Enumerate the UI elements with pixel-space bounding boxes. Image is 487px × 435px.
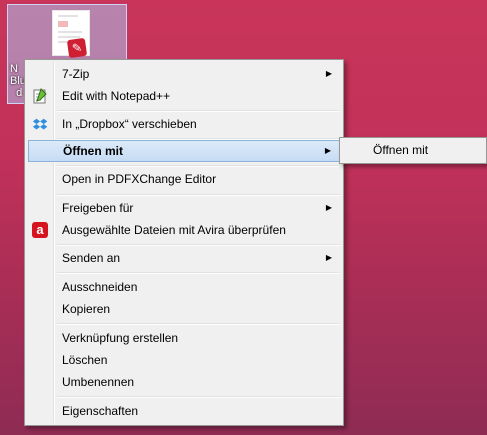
open-with-submenu: Öffnen mit: [339, 137, 487, 164]
menu-item-label: Kopieren: [62, 302, 111, 316]
menu-item-share-with[interactable]: Freigeben für ▶: [28, 197, 340, 219]
menu-item-properties[interactable]: Eigenschaften: [28, 400, 340, 422]
desktop: ✎ N Blu d 7-Zip ▶ Edit with Notepad++ In …: [0, 0, 487, 435]
menu-item-delete[interactable]: Löschen: [28, 349, 340, 371]
menu-separator: [57, 165, 339, 167]
submenu-arrow-icon: ▶: [325, 69, 332, 78]
menu-item-open-pdfxchange[interactable]: Open in PDFXChange Editor: [28, 168, 340, 190]
submenu-arrow-icon: ▶: [325, 253, 332, 262]
menu-item-label: Eigenschaften: [62, 404, 139, 418]
menu-item-label: Ausschneiden: [62, 280, 138, 294]
menu-item-label: Öffnen mit: [63, 144, 123, 158]
menu-item-label: Senden an: [62, 251, 121, 265]
menu-separator: [57, 396, 339, 398]
menu-item-rename[interactable]: Umbenennen: [28, 371, 340, 393]
menu-separator: [57, 244, 339, 246]
menu-item-label: Verknüpfung erstellen: [62, 331, 179, 345]
avira-icon: a: [32, 222, 48, 238]
submenu-item-label: Öffnen mit: [373, 143, 429, 157]
dropbox-icon: [32, 116, 48, 132]
menu-item-create-shortcut[interactable]: Verknüpfung erstellen: [28, 327, 340, 349]
menu-separator: [57, 272, 339, 274]
menu-item-label: Umbenennen: [62, 375, 135, 389]
submenu-item-open-with[interactable]: Öffnen mit: [343, 140, 483, 161]
menu-item-7zip[interactable]: 7-Zip ▶: [28, 63, 340, 85]
menu-item-edit-notepadpp[interactable]: Edit with Notepad++: [28, 85, 340, 107]
menu-item-label: Löschen: [62, 353, 108, 367]
menu-separator: [57, 194, 339, 196]
menu-separator: [57, 110, 339, 112]
menu-item-avira-scan[interactable]: a Ausgewählte Dateien mit Avira überprüf…: [28, 219, 340, 241]
menu-item-label: 7-Zip: [62, 67, 90, 81]
menu-item-send-to[interactable]: Senden an ▶: [28, 247, 340, 269]
menu-item-copy[interactable]: Kopieren: [28, 298, 340, 320]
menu-item-label: Freigeben für: [62, 201, 134, 215]
menu-item-label: Edit with Notepad++: [62, 89, 171, 103]
notepadpp-icon: [32, 88, 48, 104]
menu-item-label: In „Dropbox“ verschieben: [62, 117, 197, 131]
menu-item-label: Ausgewählte Dateien mit Avira überprüfen: [62, 223, 286, 237]
submenu-arrow-icon: ▶: [324, 146, 331, 155]
menu-item-open-with[interactable]: Öffnen mit ▶: [28, 140, 340, 162]
submenu-arrow-icon: ▶: [325, 203, 332, 212]
menu-separator: [57, 323, 339, 325]
menu-item-move-to-dropbox[interactable]: In „Dropbox“ verschieben: [28, 113, 340, 135]
context-menu: 7-Zip ▶ Edit with Notepad++ In „Dropbox“…: [24, 59, 344, 426]
menu-item-cut[interactable]: Ausschneiden: [28, 276, 340, 298]
pdf-file-icon: ✎: [66, 37, 88, 59]
menu-item-label: Open in PDFXChange Editor: [62, 172, 217, 186]
